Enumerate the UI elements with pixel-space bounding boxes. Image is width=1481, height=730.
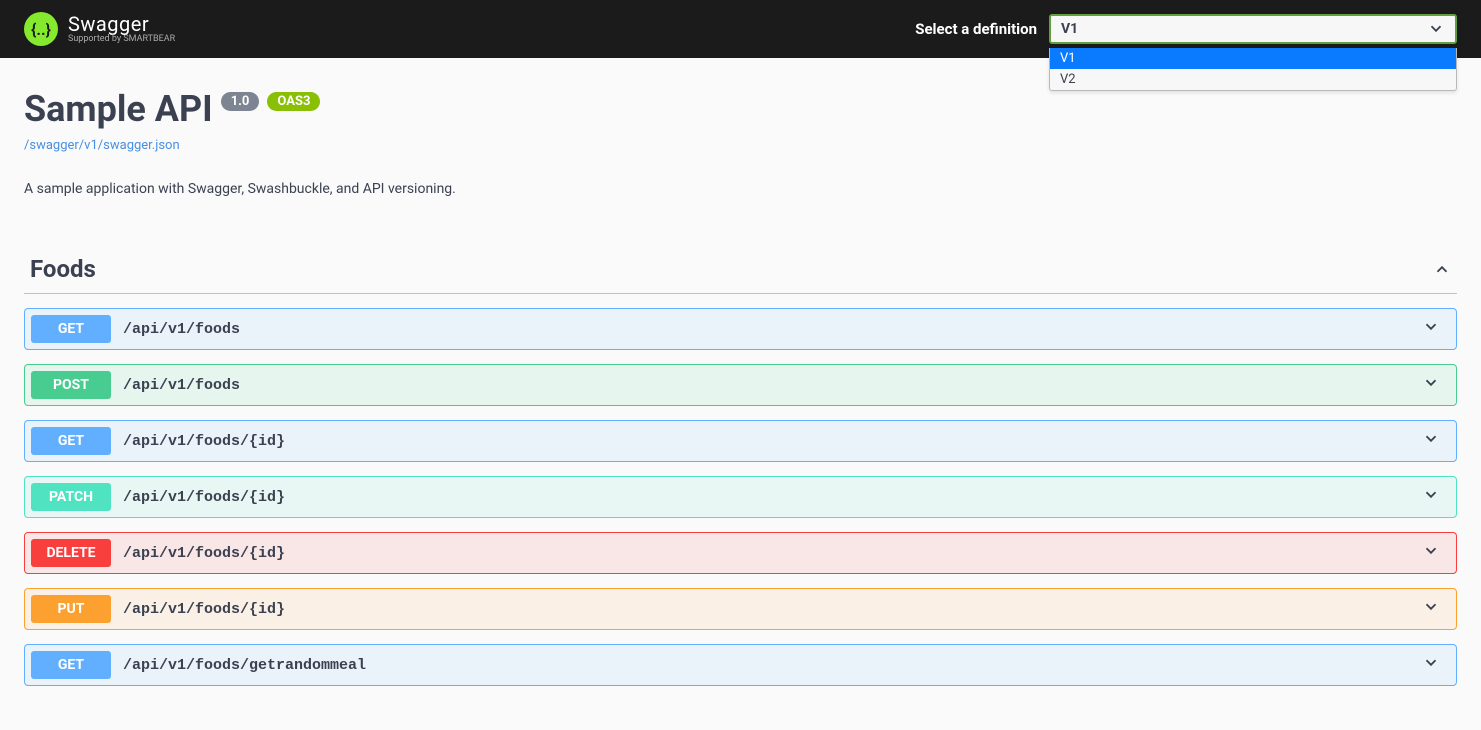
definition-selected-value: V1 <box>1061 21 1078 37</box>
chevron-down-icon <box>1422 542 1440 564</box>
logo[interactable]: {..} Swagger Supported by SMARTBEAR <box>24 12 175 46</box>
operation-path: /api/v1/foods/{id} <box>123 545 1422 562</box>
method-badge: PATCH <box>31 483 111 511</box>
operation-row[interactable]: GET/api/v1/foods/getrandommeal <box>24 644 1457 686</box>
operation-row[interactable]: GET/api/v1/foods/{id} <box>24 420 1457 462</box>
definition-option[interactable]: V1 <box>1050 48 1456 69</box>
method-badge: POST <box>31 371 111 399</box>
operation-row[interactable]: GET/api/v1/foods <box>24 308 1457 350</box>
definition-option[interactable]: V2 <box>1050 69 1456 90</box>
chevron-up-icon <box>1433 260 1451 278</box>
version-badge: 1.0 <box>221 92 260 111</box>
operation-row[interactable]: POST/api/v1/foods <box>24 364 1457 406</box>
method-badge: GET <box>31 427 111 455</box>
tag-name: Foods <box>30 255 96 283</box>
topbar: {..} Swagger Supported by SMARTBEAR Sele… <box>0 0 1481 58</box>
tag-section: Foods GET/api/v1/foodsPOST/api/v1/foodsG… <box>24 245 1457 686</box>
chevron-down-icon <box>1422 486 1440 508</box>
spec-link[interactable]: /swagger/v1/swagger.json <box>24 138 180 153</box>
operation-row[interactable]: DELETE/api/v1/foods/{id} <box>24 532 1457 574</box>
title-row: Sample API 1.0 OAS3 <box>24 88 1457 130</box>
operation-path: /api/v1/foods/{id} <box>123 433 1422 450</box>
operations-list: GET/api/v1/foodsPOST/api/v1/foodsGET/api… <box>24 308 1457 686</box>
definition-dropdown: V1V2 <box>1049 48 1457 91</box>
oas-badge: OAS3 <box>267 92 320 111</box>
tag-header[interactable]: Foods <box>24 245 1457 294</box>
method-badge: GET <box>31 651 111 679</box>
chevron-down-icon <box>1422 598 1440 620</box>
operation-path: /api/v1/foods <box>123 377 1422 394</box>
method-badge: DELETE <box>31 539 111 567</box>
chevron-down-icon <box>1422 374 1440 396</box>
operation-path: /api/v1/foods/{id} <box>123 601 1422 618</box>
chevron-down-icon <box>1422 318 1440 340</box>
logo-main-text: Swagger <box>68 13 175 35</box>
method-badge: GET <box>31 315 111 343</box>
method-badge: PUT <box>31 595 111 623</box>
api-description: A sample application with Swagger, Swash… <box>24 181 1457 197</box>
api-title: Sample API <box>24 88 213 130</box>
definition-selector: Select a definition V1 V1V2 <box>915 14 1457 44</box>
operation-path: /api/v1/foods/getrandommeal <box>123 657 1422 674</box>
swagger-logo-icon: {..} <box>24 12 58 46</box>
definition-label: Select a definition <box>915 20 1037 38</box>
chevron-down-icon <box>1422 654 1440 676</box>
logo-text: Swagger Supported by SMARTBEAR <box>68 13 175 45</box>
operation-path: /api/v1/foods/{id} <box>123 489 1422 506</box>
chevron-down-icon <box>1427 20 1445 38</box>
definition-select[interactable]: V1 <box>1049 14 1457 44</box>
operation-path: /api/v1/foods <box>123 321 1422 338</box>
chevron-down-icon <box>1422 430 1440 452</box>
operation-row[interactable]: PATCH/api/v1/foods/{id} <box>24 476 1457 518</box>
operation-row[interactable]: PUT/api/v1/foods/{id} <box>24 588 1457 630</box>
content: Sample API 1.0 OAS3 /swagger/v1/swagger.… <box>0 58 1481 730</box>
logo-sub-text: Supported by SMARTBEAR <box>68 35 175 45</box>
